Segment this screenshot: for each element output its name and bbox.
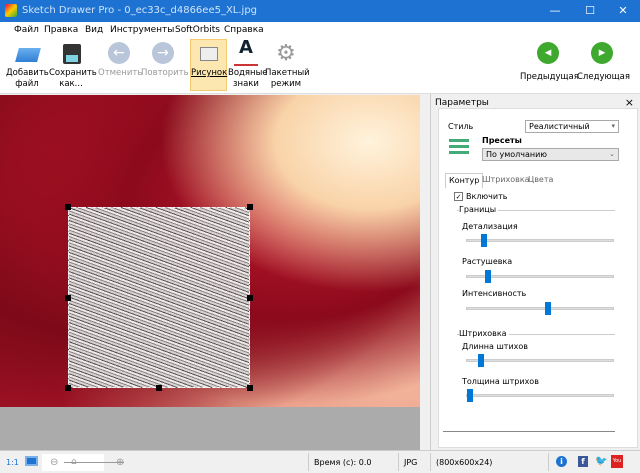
- slider-thumb[interactable]: [467, 389, 473, 402]
- next-button[interactable]: ▶ Следующая: [577, 40, 630, 83]
- presets-sliders-icon: [449, 139, 469, 155]
- resize-handle[interactable]: [65, 295, 71, 301]
- watermarks-button[interactable]: A Водяные знаки: [228, 39, 268, 90]
- resize-handle[interactable]: [65, 204, 71, 210]
- redo-arrow-icon: →: [151, 42, 175, 66]
- style-label: Стиль: [448, 122, 474, 131]
- slider-label: Интенсивность: [462, 289, 527, 298]
- menu-tools[interactable]: Инструменты: [110, 25, 174, 35]
- tab-contour[interactable]: Контур: [445, 173, 484, 188]
- previous-button[interactable]: ◀ Предыдущая: [520, 40, 579, 83]
- zoom-out-icon[interactable]: ⊖: [50, 457, 58, 468]
- menu-file[interactable]: Файл: [14, 25, 39, 35]
- redo-label: Повторить: [141, 68, 189, 78]
- info-icon[interactable]: i: [556, 456, 567, 467]
- menu-edit[interactable]: Правка: [44, 25, 78, 35]
- zoom-in-icon[interactable]: ⊕: [116, 457, 124, 468]
- enable-label: Включить: [466, 192, 508, 201]
- menu-softorbits[interactable]: SoftOrbits: [175, 25, 220, 35]
- watermarks-label: Водяные знаки: [228, 68, 268, 89]
- presets-label: Пресеты: [482, 136, 522, 145]
- slider-label: Длинна штихов: [462, 342, 528, 351]
- add-file-button[interactable]: Добавить файл: [6, 40, 49, 90]
- hatching-group-title: Штриховка: [459, 329, 509, 338]
- enable-checkbox[interactable]: ✓: [454, 192, 463, 201]
- resize-handle[interactable]: [247, 295, 253, 301]
- zoom-1to1-button[interactable]: 1:1: [6, 458, 19, 467]
- slider-label: Толщина штрихов: [462, 377, 539, 386]
- maximize-button[interactable]: ☐: [575, 2, 605, 20]
- panel-content: Стиль Реалистичный ▾ Пресеты По умолчанию…: [438, 108, 638, 448]
- text-a-icon: A: [234, 39, 258, 66]
- slider-label: Растушевка: [462, 257, 513, 266]
- twitter-icon[interactable]: 🐦: [595, 456, 607, 467]
- gear-icon: ⚙: [276, 41, 296, 66]
- menu-view[interactable]: Вид: [85, 25, 103, 35]
- slider-thumb[interactable]: [481, 234, 488, 247]
- stroke-thickness-slider[interactable]: [466, 389, 614, 402]
- panel-title: Параметры: [435, 98, 489, 108]
- sketch-picture-icon: [197, 42, 221, 66]
- detail-slider[interactable]: [466, 234, 614, 247]
- borders-group-title: Границы: [459, 205, 499, 214]
- slider-thumb[interactable]: [485, 270, 492, 283]
- slider-thumb[interactable]: [545, 302, 552, 315]
- divider: [443, 431, 615, 432]
- presets-select[interactable]: По умолчанию ⌄: [482, 148, 619, 161]
- resize-handle[interactable]: [247, 385, 253, 391]
- dimensions-readout: (800x600x24): [436, 458, 493, 467]
- save-as-label: Сохранить как...: [49, 68, 97, 89]
- prev-label: Предыдущая: [520, 72, 579, 82]
- fit-to-window-icon[interactable]: [25, 456, 38, 466]
- feather-slider[interactable]: [466, 270, 614, 283]
- image-canvas[interactable]: [0, 95, 420, 407]
- intensity-slider[interactable]: [466, 302, 614, 315]
- app-icon: [5, 4, 17, 17]
- canvas-background: [0, 407, 420, 450]
- zoom-thumb[interactable]: ⌂: [71, 457, 77, 467]
- parameters-panel: Параметры × Стиль Реалистичный ▾ Пресеты …: [430, 94, 640, 450]
- status-bar: 1:1 ⊖ ⌂ ⊕ Время (с): 0.0 JPG (800x600x24…: [0, 450, 640, 473]
- save-icon: [59, 42, 83, 66]
- next-arrow-icon: ▶: [590, 42, 614, 66]
- zoom-slider[interactable]: ⊖ ⌂ ⊕: [42, 454, 124, 471]
- stroke-length-slider[interactable]: [466, 354, 614, 367]
- menu-bar: Файл Правка Вид Инструменты SoftOrbits С…: [0, 22, 640, 38]
- tab-colors[interactable]: Цвета: [525, 173, 556, 188]
- toolbar: Добавить файл Сохранить как... ← Отменит…: [0, 38, 640, 94]
- window-title: Sketch Drawer Pro - 0_ec33c_d4866ee5_XL.…: [22, 5, 258, 16]
- facebook-icon[interactable]: f: [578, 456, 588, 467]
- sketch-selection[interactable]: [68, 207, 250, 388]
- presets-value: По умолчанию: [486, 150, 548, 159]
- resize-handle[interactable]: [156, 385, 162, 391]
- undo-button[interactable]: ← Отменить: [98, 40, 143, 79]
- batch-label: Пакетный режим: [265, 68, 310, 89]
- format-readout: JPG: [404, 458, 418, 467]
- slider-thumb[interactable]: [478, 354, 485, 367]
- next-label: Следующая: [577, 72, 630, 82]
- redo-button[interactable]: → Повторить: [141, 40, 189, 79]
- resize-handle[interactable]: [65, 385, 71, 391]
- title-bar: Sketch Drawer Pro - 0_ec33c_d4866ee5_XL.…: [0, 0, 640, 22]
- slider-label: Детализация: [462, 222, 518, 231]
- drawing-label: Рисунок: [191, 68, 228, 78]
- dropdown-icon: ▾: [611, 122, 615, 130]
- folder-icon: [15, 42, 41, 66]
- close-button[interactable]: ✕: [608, 2, 638, 20]
- batch-mode-button[interactable]: ⚙ Пакетный режим: [265, 40, 310, 90]
- prev-arrow-icon: ◀: [536, 42, 560, 66]
- undo-label: Отменить: [98, 68, 143, 78]
- drawing-button[interactable]: Рисунок: [190, 39, 227, 91]
- style-value: Реалистичный: [529, 122, 590, 131]
- menu-help[interactable]: Справка: [224, 25, 264, 35]
- minimize-button[interactable]: —: [540, 2, 570, 20]
- save-as-button[interactable]: Сохранить как...: [49, 40, 97, 90]
- add-file-label: Добавить файл: [6, 68, 49, 89]
- time-readout: Время (с): 0.0: [314, 458, 372, 467]
- youtube-icon[interactable]: You: [611, 455, 623, 468]
- style-select[interactable]: Реалистичный ▾: [525, 120, 619, 133]
- undo-arrow-icon: ←: [107, 42, 131, 66]
- resize-handle[interactable]: [247, 204, 253, 210]
- chevron-down-icon: ⌄: [609, 150, 615, 158]
